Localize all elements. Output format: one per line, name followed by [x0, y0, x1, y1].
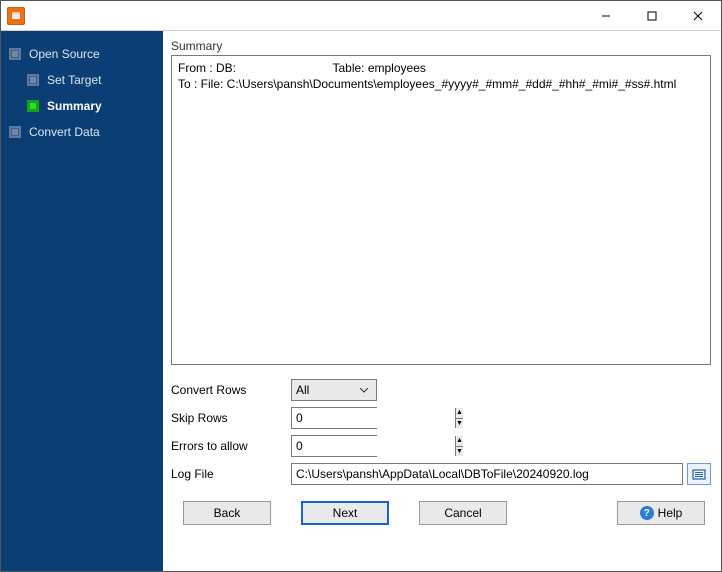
next-button[interactable]: Next [301, 501, 389, 525]
folder-icon [692, 468, 706, 480]
errors-label: Errors to allow [171, 439, 291, 453]
main-panel: Summary From : DB: Table: employees To :… [163, 31, 721, 571]
close-button[interactable] [675, 1, 721, 31]
summary-textarea[interactable]: From : DB: Table: employees To : File: C… [171, 55, 711, 365]
step-convert-data[interactable]: Convert Data [1, 119, 163, 145]
convert-rows-label: Convert Rows [171, 383, 291, 397]
logfile-label: Log File [171, 467, 291, 481]
skip-rows-label: Skip Rows [171, 411, 291, 425]
titlebar [1, 1, 721, 31]
step-summary[interactable]: Summary [19, 93, 163, 119]
app-icon [7, 7, 25, 25]
spin-down-icon[interactable]: ▼ [456, 419, 463, 429]
chevron-down-icon [356, 388, 372, 393]
step-box-icon [9, 48, 21, 60]
skip-rows-input[interactable] [292, 408, 455, 428]
step-box-icon [9, 126, 21, 138]
step-open-source[interactable]: Open Source [1, 41, 163, 67]
step-box-icon [27, 100, 39, 112]
step-box-icon [27, 74, 39, 86]
spin-up-icon[interactable]: ▲ [456, 408, 463, 419]
spin-up-icon[interactable]: ▲ [456, 436, 463, 447]
minimize-button[interactable] [583, 1, 629, 31]
step-label: Open Source [29, 47, 100, 61]
summary-title: Summary [171, 39, 711, 53]
help-button[interactable]: ? Help [617, 501, 705, 525]
help-icon: ? [640, 506, 654, 520]
skip-rows-spinner[interactable]: ▲ ▼ [291, 407, 377, 429]
summary-to: To : File: C:\Users\pansh\Documents\empl… [178, 77, 676, 91]
wizard-sidebar: Open Source Set Target Summary Convert D… [1, 31, 163, 571]
spin-down-icon[interactable]: ▼ [456, 447, 463, 457]
logfile-input[interactable] [291, 463, 683, 485]
convert-rows-select[interactable]: All [291, 379, 377, 401]
back-button[interactable]: Back [183, 501, 271, 525]
maximize-button[interactable] [629, 1, 675, 31]
browse-logfile-button[interactable] [687, 463, 711, 485]
step-label: Set Target [47, 73, 101, 87]
summary-table: Table: employees [332, 61, 425, 75]
convert-rows-value: All [296, 383, 309, 397]
step-label: Convert Data [29, 125, 100, 139]
wizard-buttons: Back Next Cancel ? Help [171, 491, 711, 539]
errors-spinner[interactable]: ▲ ▼ [291, 435, 377, 457]
app-window: Open Source Set Target Summary Convert D… [0, 0, 722, 572]
options-form: Convert Rows All Skip Rows ▲ ▼ [171, 379, 711, 491]
errors-input[interactable] [292, 436, 455, 456]
summary-from: From : DB: [178, 61, 236, 75]
cancel-button[interactable]: Cancel [419, 501, 507, 525]
step-set-target[interactable]: Set Target [19, 67, 163, 93]
step-label: Summary [47, 99, 102, 113]
